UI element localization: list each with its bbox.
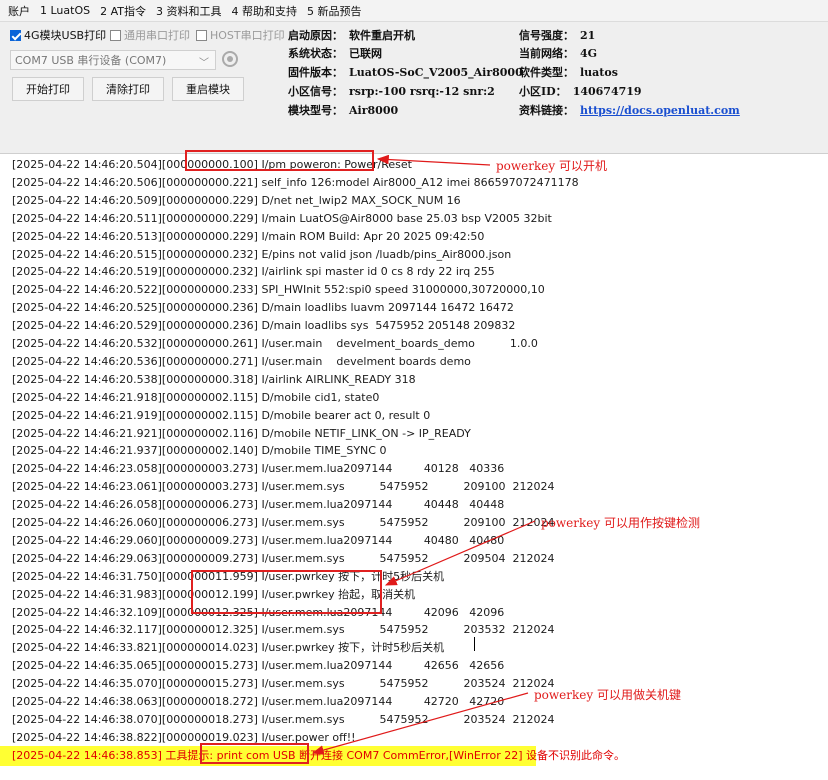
note-shutdown-key: powerkey 可以用做关机键 (534, 688, 681, 702)
highlight-box-poweron (185, 150, 374, 171)
text-cursor (474, 637, 475, 651)
highlight-box-pwrkey (191, 570, 382, 614)
note-poweron: powerkey 可以开机 (496, 159, 607, 173)
highlight-box-poweroff (200, 743, 309, 764)
arrow-detect (384, 520, 536, 586)
arrow-poweron (376, 154, 491, 166)
arrow-shutdown (311, 692, 529, 755)
annotation-arrows (311, 154, 536, 755)
note-key-detect: powerkey 可以用作按键检测 (541, 516, 700, 530)
